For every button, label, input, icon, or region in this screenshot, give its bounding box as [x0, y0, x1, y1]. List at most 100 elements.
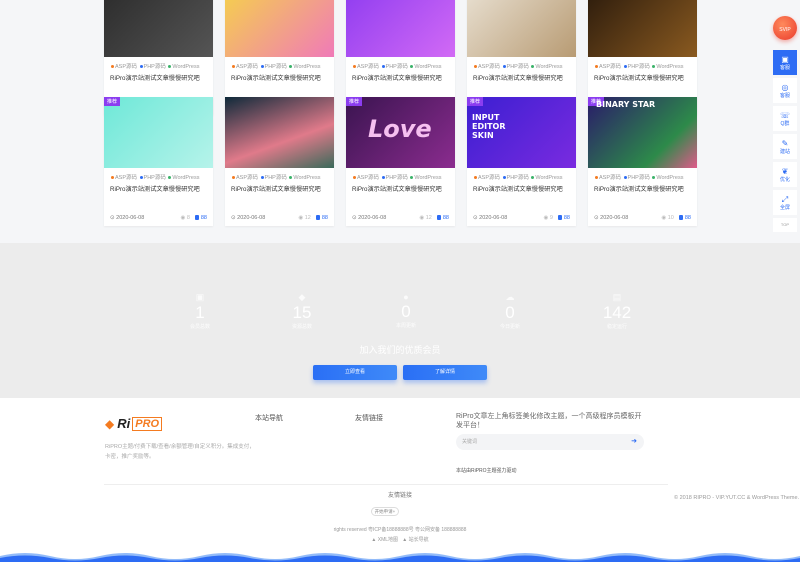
- post-title[interactable]: RiPro演示站测试文章慢慢研究吧: [346, 70, 455, 82]
- post-title[interactable]: RiPro演示站测试文章慢慢研究吧: [588, 181, 697, 193]
- post-title[interactable]: RiPro演示站测试文章慢慢研究吧: [104, 70, 213, 82]
- tag-dot-icon: [289, 175, 293, 179]
- tag-link[interactable]: WordPress: [414, 64, 441, 70]
- tag-link[interactable]: PHP源码: [386, 175, 408, 181]
- sidebar-button[interactable]: ◎ 客服: [773, 78, 797, 103]
- post-thumbnail[interactable]: [467, 0, 576, 57]
- tag-link[interactable]: PHP源码: [265, 64, 287, 70]
- sidebar-icon: ▣: [781, 55, 789, 64]
- xml-sitemap-link[interactable]: XML地图: [378, 537, 398, 543]
- tag-link[interactable]: WordPress: [656, 175, 683, 181]
- post-title[interactable]: RiPro演示站测试文章慢慢研究吧: [104, 181, 213, 193]
- post-thumbnail[interactable]: [104, 0, 213, 57]
- sidebar-button[interactable]: ✎ 建站: [773, 134, 797, 159]
- tag-link[interactable]: WordPress: [656, 64, 683, 70]
- post-thumbnail[interactable]: 推荐 Love: [346, 97, 455, 168]
- tag-link[interactable]: ASP源码: [478, 175, 500, 181]
- tag-link[interactable]: PHP源码: [144, 64, 166, 70]
- tag-link[interactable]: WordPress: [535, 175, 562, 181]
- thumbnail-text: INPUT EDITOR SKIN: [472, 113, 506, 140]
- post-card[interactable]: 推荐 INPUT EDITOR SKIN ASP源码 PHP源码 WordPress…: [467, 97, 576, 226]
- view-button[interactable]: 立即查看: [313, 365, 397, 380]
- post-title[interactable]: RiPro演示站测试文章慢慢研究吧: [225, 70, 334, 82]
- tag-link[interactable]: ASP源码: [357, 64, 379, 70]
- tag-link[interactable]: PHP源码: [628, 64, 650, 70]
- post-title[interactable]: RiPro演示站测试文章慢慢研究吧: [588, 70, 697, 82]
- back-to-top-button[interactable]: TOP: [773, 218, 797, 232]
- tag-link[interactable]: PHP源码: [265, 175, 287, 181]
- stat-icon: ☁: [505, 292, 515, 302]
- tag-link[interactable]: WordPress: [293, 64, 320, 70]
- price-icon: [194, 215, 199, 221]
- sidebar-button[interactable]: ▣ 客服: [773, 50, 797, 75]
- post-card[interactable]: 推荐 ASP源码 PHP源码 WordPress RiPro演示站测试文章慢慢研究…: [104, 97, 213, 226]
- post-thumbnail[interactable]: [225, 0, 334, 57]
- tag-link[interactable]: WordPress: [172, 175, 199, 181]
- recommend-badge: 推荐: [104, 97, 121, 106]
- tag-dot-icon: [139, 175, 143, 179]
- tag-link[interactable]: ASP源码: [599, 64, 621, 70]
- post-title[interactable]: RiPro演示站测试文章慢慢研究吧: [467, 181, 576, 193]
- site-nav-link[interactable]: 站长导航: [409, 537, 429, 543]
- tag-link[interactable]: PHP源码: [507, 64, 529, 70]
- stat-number: 0: [401, 302, 411, 321]
- sidebar-button[interactable]: ❦ 优化: [773, 162, 797, 187]
- post-card[interactable]: ASP源码 PHP源码 WordPress RiPro演示站测试文章慢慢研究吧 ⊙…: [225, 97, 334, 226]
- tag-link[interactable]: ASP源码: [236, 64, 258, 70]
- post-date: ⊙ 2020-06-08: [594, 215, 661, 221]
- tag-link[interactable]: ASP源码: [236, 175, 258, 181]
- tag-link[interactable]: PHP源码: [144, 175, 166, 181]
- post-views: ◉ 12: [419, 215, 431, 221]
- post-title[interactable]: RiPro演示站测试文章慢慢研究吧: [346, 181, 455, 193]
- stat-item: ☁ 0 今日更新: [480, 292, 540, 330]
- svip-button[interactable]: SVIP: [773, 16, 797, 40]
- arrow-right-icon[interactable]: ➜: [631, 434, 637, 450]
- tag-link[interactable]: ASP源码: [357, 175, 379, 181]
- tag-link[interactable]: PHP源码: [507, 175, 529, 181]
- post-thumbnail[interactable]: 推荐 INPUT EDITOR SKIN: [467, 97, 576, 168]
- post-row-2: 推荐 ASP源码 PHP源码 WordPress RiPro演示站测试文章慢慢研究…: [104, 97, 697, 226]
- post-title[interactable]: RiPro演示站测试文章慢慢研究吧: [467, 70, 576, 82]
- stat-number: 1: [195, 303, 205, 322]
- stats-section: ▣ 1 会员总数 ◆ 15 资源总数 ● 0 本周更新 ☁ 0 今日更新 ▤ 142 稳定运行 加入我们的优…: [0, 243, 800, 398]
- post-date: ⊙ 2020-06-08: [110, 215, 180, 221]
- post-date-text: 2020-06-08: [237, 215, 266, 221]
- footer-nav-heading: 本站导航: [255, 415, 283, 422]
- post-thumbnail[interactable]: [346, 0, 455, 57]
- tag-link[interactable]: ASP源码: [115, 175, 137, 181]
- tag-link[interactable]: WordPress: [535, 64, 562, 70]
- stat-item: ▣ 1 会员总数: [170, 292, 230, 330]
- post-card[interactable]: 推荐 Love ASP源码 PHP源码 WordPress RiPro演示站测试文章…: [346, 97, 455, 226]
- rights-text: rights reserved 粤ICP备18888888号 粤公网安备 188…: [333, 527, 467, 533]
- post-thumbnail[interactable]: 推荐: [104, 97, 213, 168]
- post-card[interactable]: 推荐 BINARY STAR ASP源码 PHP源码 WordPress RiPro…: [588, 97, 697, 226]
- tag-link[interactable]: ASP源码: [478, 64, 500, 70]
- post-price: 88: [557, 215, 570, 221]
- tag-link[interactable]: PHP源码: [386, 64, 408, 70]
- tag-dot-icon: [381, 175, 385, 179]
- tag-link[interactable]: WordPress: [414, 175, 441, 181]
- sidebar-button[interactable]: ☏ Q群: [773, 106, 797, 131]
- price-icon: [557, 215, 562, 221]
- tag-link[interactable]: ASP源码: [599, 175, 621, 181]
- divider: [104, 484, 668, 485]
- post-thumbnail[interactable]: [588, 0, 697, 57]
- post-views: ◉ 12: [298, 215, 310, 221]
- sidebar-button[interactable]: ⤢ 全屏: [773, 190, 797, 215]
- post-thumbnail[interactable]: [225, 97, 334, 168]
- learn-more-button[interactable]: 了解详情: [403, 365, 487, 380]
- tag-dot-icon: [111, 64, 114, 68]
- tag-link[interactable]: WordPress: [293, 175, 320, 181]
- tag-link[interactable]: WordPress: [172, 64, 199, 70]
- footer-logo[interactable]: ◆ Ri PRO: [105, 416, 163, 431]
- tag-link[interactable]: ASP源码: [115, 64, 137, 70]
- post-title[interactable]: RiPro演示站测试文章慢慢研究吧: [225, 181, 334, 193]
- post-thumbnail[interactable]: 推荐 BINARY STAR: [588, 97, 697, 168]
- tag-link[interactable]: PHP源码: [628, 175, 650, 181]
- post-price: 88: [315, 215, 328, 221]
- apply-link-button[interactable]: 开始申请+: [371, 507, 399, 516]
- search-input[interactable]: 关键词 ➜: [456, 434, 644, 450]
- stat-label: 稳定运行: [606, 324, 627, 330]
- stat-label: 会员总数: [189, 324, 210, 330]
- post-views: ◉ 10: [661, 215, 673, 221]
